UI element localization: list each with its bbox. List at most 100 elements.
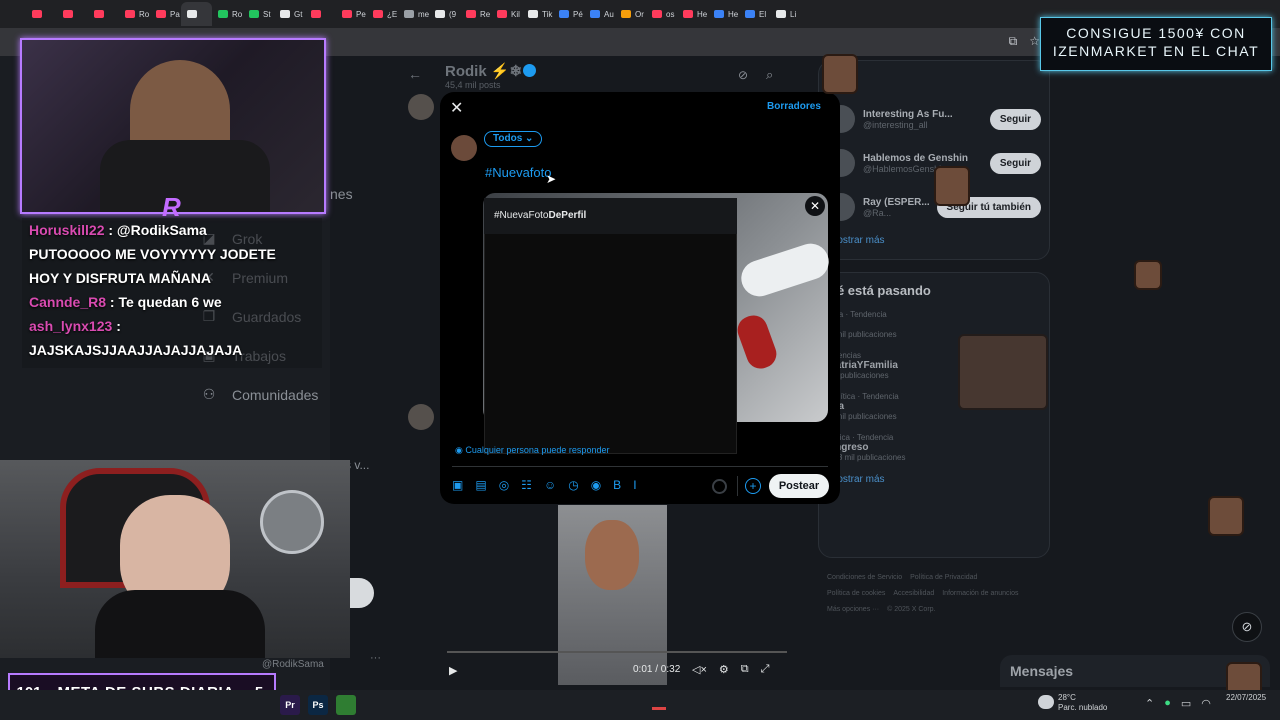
browser-tab[interactable] (181, 2, 212, 26)
taskbar-app-icon[interactable]: Pr (280, 695, 300, 715)
post-button[interactable]: Postear (769, 474, 829, 498)
search-icon[interactable]: ⌕ (766, 67, 773, 83)
wifi-icon[interactable]: ◠ (1201, 697, 1211, 710)
taskbar-clock[interactable]: 22/07/2025 (1226, 693, 1266, 703)
chat-message: Horuskill22 : @RodikSama (22, 218, 322, 242)
browser-tab[interactable]: Pé (553, 2, 584, 26)
browser-tab[interactable]: Li (770, 2, 801, 26)
browser-tab[interactable] (88, 2, 119, 26)
footer-link[interactable]: Más opciones ··· (827, 602, 879, 618)
screen: Ro Pa Ro St Gt Pe ¿E me (9 Re Kil Tik Pé Au Or os He He El… (0, 0, 1280, 720)
image-icon[interactable]: ▣ (452, 478, 463, 492)
reply-setting[interactable]: ◉ Cualquier persona puede responder (455, 445, 609, 456)
browser-toolbar-icons: ⧉ ☆ (1009, 34, 1040, 49)
compose-text-input[interactable]: #Nuevafoto (485, 165, 552, 180)
weather-widget[interactable]: 28°C Parc. nublado (1058, 693, 1107, 713)
play-icon[interactable]: ▶ (449, 664, 457, 677)
browser-tab[interactable]: Kil (491, 2, 522, 26)
follow-suggestion[interactable]: Interesting As Fu... @interesting_all Segu… (819, 97, 1049, 141)
divider (737, 476, 738, 496)
tab-favicon-icon (466, 10, 476, 18)
close-icon[interactable]: ✕ (450, 98, 466, 117)
browser-tab[interactable]: me (398, 2, 429, 26)
browser-tab[interactable]: Pe (336, 2, 367, 26)
remove-media-button[interactable]: ✕ (805, 196, 825, 216)
footer-link[interactable]: Accesibilidad (893, 586, 934, 602)
browser-tab[interactable]: He (677, 2, 708, 26)
follow-handle: @Ra... (863, 207, 892, 218)
avatar[interactable] (408, 94, 434, 120)
bold-icon[interactable]: B (613, 478, 621, 492)
browser-tab[interactable]: Ro (119, 2, 150, 26)
second-streamer-figure (95, 590, 265, 658)
show-more-link[interactable]: Mostrar más (819, 229, 1049, 252)
volume-icon[interactable]: ◁× (692, 663, 707, 676)
trend-item[interactable]: olítica · Tendencia ongreso 158 mil public… (819, 427, 1049, 468)
follow-button[interactable]: Seguir (989, 108, 1041, 130)
hashtag-suggestion-item[interactable]: #NuevaFotoDePerfil (484, 198, 737, 234)
grok-icon[interactable]: ◎ (499, 478, 509, 492)
tab-favicon-icon (280, 10, 290, 18)
tab-favicon-icon (125, 10, 135, 18)
footer-link[interactable]: Información de anuncios (942, 586, 1018, 602)
browser-tab[interactable] (305, 2, 336, 26)
poll-icon[interactable]: ☷ (521, 478, 532, 492)
location-icon[interactable]: ◉ (591, 478, 601, 492)
gif-icon[interactable]: ▤ (475, 478, 486, 492)
screenshot-icon[interactable]: ⧉ (1009, 34, 1018, 49)
follow-name: Hablemos de Genshin (863, 152, 969, 164)
footer-link[interactable]: Política de cookies (827, 586, 885, 602)
browser-tab[interactable]: Re (460, 2, 491, 26)
browser-tab[interactable]: Ro (212, 2, 243, 26)
follow-button[interactable]: Seguir (989, 152, 1041, 174)
italic-icon[interactable]: I (633, 478, 636, 492)
grok-float-button[interactable]: ⊘ (1232, 612, 1262, 642)
drafts-link[interactable]: Borradores (767, 101, 821, 112)
fullscreen-icon[interactable]: ⤢ (761, 663, 770, 676)
browser-tab[interactable]: Gt (274, 2, 305, 26)
add-post-button[interactable]: + (745, 478, 761, 494)
browser-tab[interactable]: Pa (150, 2, 181, 26)
browser-tab[interactable]: Or (615, 2, 646, 26)
follow-handle: @interesting_all (863, 119, 928, 130)
more-options-icon[interactable]: ··· (370, 652, 381, 664)
footer-link[interactable]: Política de Privacidad (910, 570, 977, 586)
char-count-ring (712, 479, 727, 494)
grok-icon[interactable]: ⊘ (738, 68, 748, 82)
globe-icon: ◉ (455, 445, 466, 455)
schedule-icon[interactable]: ◷ (568, 478, 578, 492)
sidebar-item-comunidades[interactable]: ⚇ Comunidades (200, 375, 390, 414)
tab-title: Or (635, 9, 644, 19)
browser-tab[interactable]: Tik (522, 2, 553, 26)
trend-category: olítica · Tendencia (829, 433, 894, 442)
trend-count: 4 mil publicaciones (829, 412, 897, 421)
browser-tab[interactable] (26, 2, 57, 26)
browser-tab[interactable]: (9 (429, 2, 460, 26)
back-arrow-icon[interactable]: ← (408, 66, 422, 82)
footer-link[interactable]: Condiciones de Servicio (827, 570, 902, 586)
browser-tab[interactable]: ¿E (367, 2, 398, 26)
browser-tab[interactable]: El (739, 2, 770, 26)
show-more-link[interactable]: Mostrar más (819, 468, 1049, 491)
browser-tab[interactable]: os (646, 2, 677, 26)
footer-link[interactable]: © 2025 X Corp. (887, 602, 935, 618)
chevron-up-icon[interactable]: ⌃ (1145, 697, 1154, 710)
bookmark-star-icon[interactable]: ☆ (1029, 34, 1040, 49)
picture-in-picture-icon[interactable]: ⧉ (741, 663, 749, 676)
taskbar-app-icon[interactable] (336, 695, 356, 715)
video-progress-track[interactable] (447, 651, 787, 653)
browser-tab[interactable]: He (708, 2, 739, 26)
emote-sticker (1134, 260, 1162, 290)
chat-text: : (116, 318, 121, 334)
audience-selector[interactable]: Todos ⌄ (484, 131, 543, 147)
settings-gear-icon[interactable]: ⚙ (719, 663, 729, 676)
taskbar-app-icon[interactable]: Ps (308, 695, 328, 715)
tab-favicon-icon (218, 10, 228, 18)
emoji-icon[interactable]: ☺ (544, 478, 556, 492)
avatar[interactable] (408, 404, 434, 430)
browser-tab[interactable]: Au (584, 2, 615, 26)
display-icon[interactable]: ▭ (1181, 697, 1191, 710)
browser-tab[interactable] (57, 2, 88, 26)
browser-tab[interactable]: St (243, 2, 274, 26)
microphone-icon[interactable]: ● (1164, 697, 1171, 710)
